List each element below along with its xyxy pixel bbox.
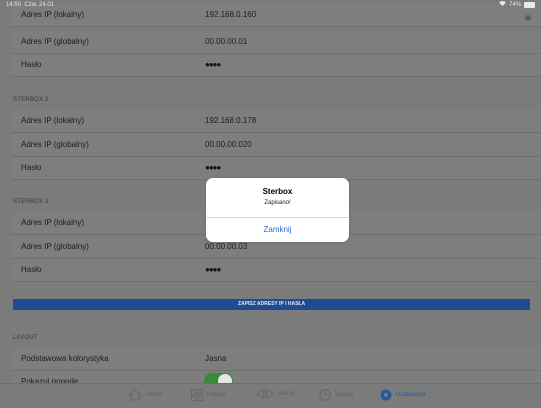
tab-label: Ustawienia [396,392,426,398]
row-sb2-global-ip[interactable]: Adres IP (globalny) 00.00.00.020 [11,134,541,157]
row-sb2-password[interactable]: Hasło ●●●● [11,157,541,180]
tab-label: Home [146,392,163,398]
row-sb1-password[interactable]: Hasło ●●●● [11,54,541,77]
status-right: 74% [498,0,535,10]
dialog-message: Zapisano! [264,200,291,206]
tab-settings[interactable]: Ustawienia [380,389,425,401]
wifi-icon [498,0,506,10]
row-color-scheme[interactable]: Podstawowa kolorystyka Jasna [11,348,541,371]
scroll-indicator [525,15,531,21]
row-label: Podstawowa kolorystyka [21,354,109,363]
tab-clocks[interactable]: Zegary [319,389,354,401]
row-label: Adres IP (lokalny) [21,116,84,125]
status-time: 14:50 Czw. 24.01 [6,2,55,8]
row-label: Hasło [21,265,42,274]
battery-icon [524,2,535,8]
row-value: 00.00.00.020 [205,140,252,149]
battery-percent: 74% [508,2,521,8]
row-value: Jasna [205,354,227,363]
alert-dialog: Sterbox Zapisano! Zamknij [206,178,349,242]
tab-rooms[interactable]: Pokoje [191,389,225,401]
row-label: Hasło [21,163,42,172]
dialog-title: Sterbox [262,187,293,196]
password-dots: ●●●● [205,60,221,69]
row-value: 192.168.0.178 [205,116,257,125]
tab-home[interactable]: Home [128,389,162,401]
row-label: Adres IP (lokalny) [21,218,84,227]
tab-label: Sceny [278,391,295,397]
tab-label: Zegary [335,392,354,398]
row-label: Hasło [21,60,42,69]
row-label: Adres IP (globalny) [21,140,89,149]
settings-screen: 14:50 Czw. 24.01 74% Adres IP (lokalny) … [0,0,541,408]
password-dots: ●●●● [205,265,221,274]
grid-icon [191,389,203,401]
gear-icon [380,389,392,401]
home-icon [128,389,142,401]
row-sb2-local-ip[interactable]: Adres IP (lokalny) 192.168.0.178 [11,110,541,133]
row-label: Adres IP (globalny) [21,242,89,251]
tab-bar: Home Pokoje Sceny Zegary Ustawienia [0,383,541,408]
row-label: Adres IP (globalny) [21,37,89,46]
section-title-sterbox3: STERBOX 3 [13,199,49,205]
save-ip-passwords-button[interactable]: ZAPISZ ADRESY IP I HASŁA [13,299,530,310]
row-sb3-password[interactable]: Hasło ●●●● [11,259,541,282]
status-bar: 14:50 Czw. 24.01 74% [0,0,541,10]
row-sb1-global-ip[interactable]: Adres IP (globalny) 00.00.00.01 [11,31,541,54]
section-title-layout: LAYOUT [13,335,38,341]
close-button[interactable]: Zamknij [206,218,349,242]
row-value: 00.00.00.01 [205,37,248,46]
eye-icon [256,389,274,399]
tab-label: Pokoje [207,392,226,398]
section-title-sterbox2: STERBOX 2 [13,97,49,103]
password-dots: ●●●● [205,163,221,172]
clock-icon [319,389,331,401]
tab-scenes[interactable]: Sceny [256,389,295,399]
